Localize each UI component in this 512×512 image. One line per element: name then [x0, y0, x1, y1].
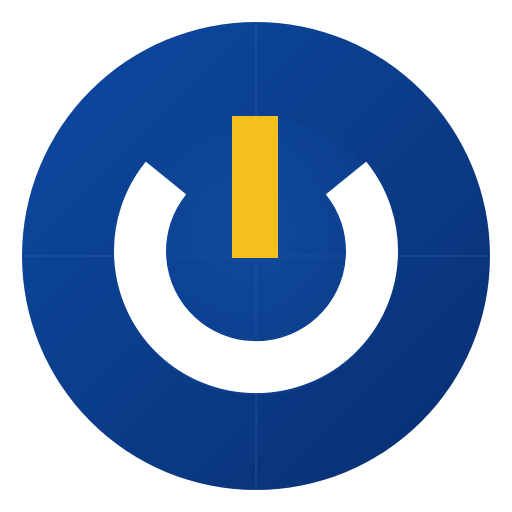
app-icon — [0, 0, 512, 512]
power-icon — [22, 22, 490, 490]
power-bar — [232, 116, 278, 258]
